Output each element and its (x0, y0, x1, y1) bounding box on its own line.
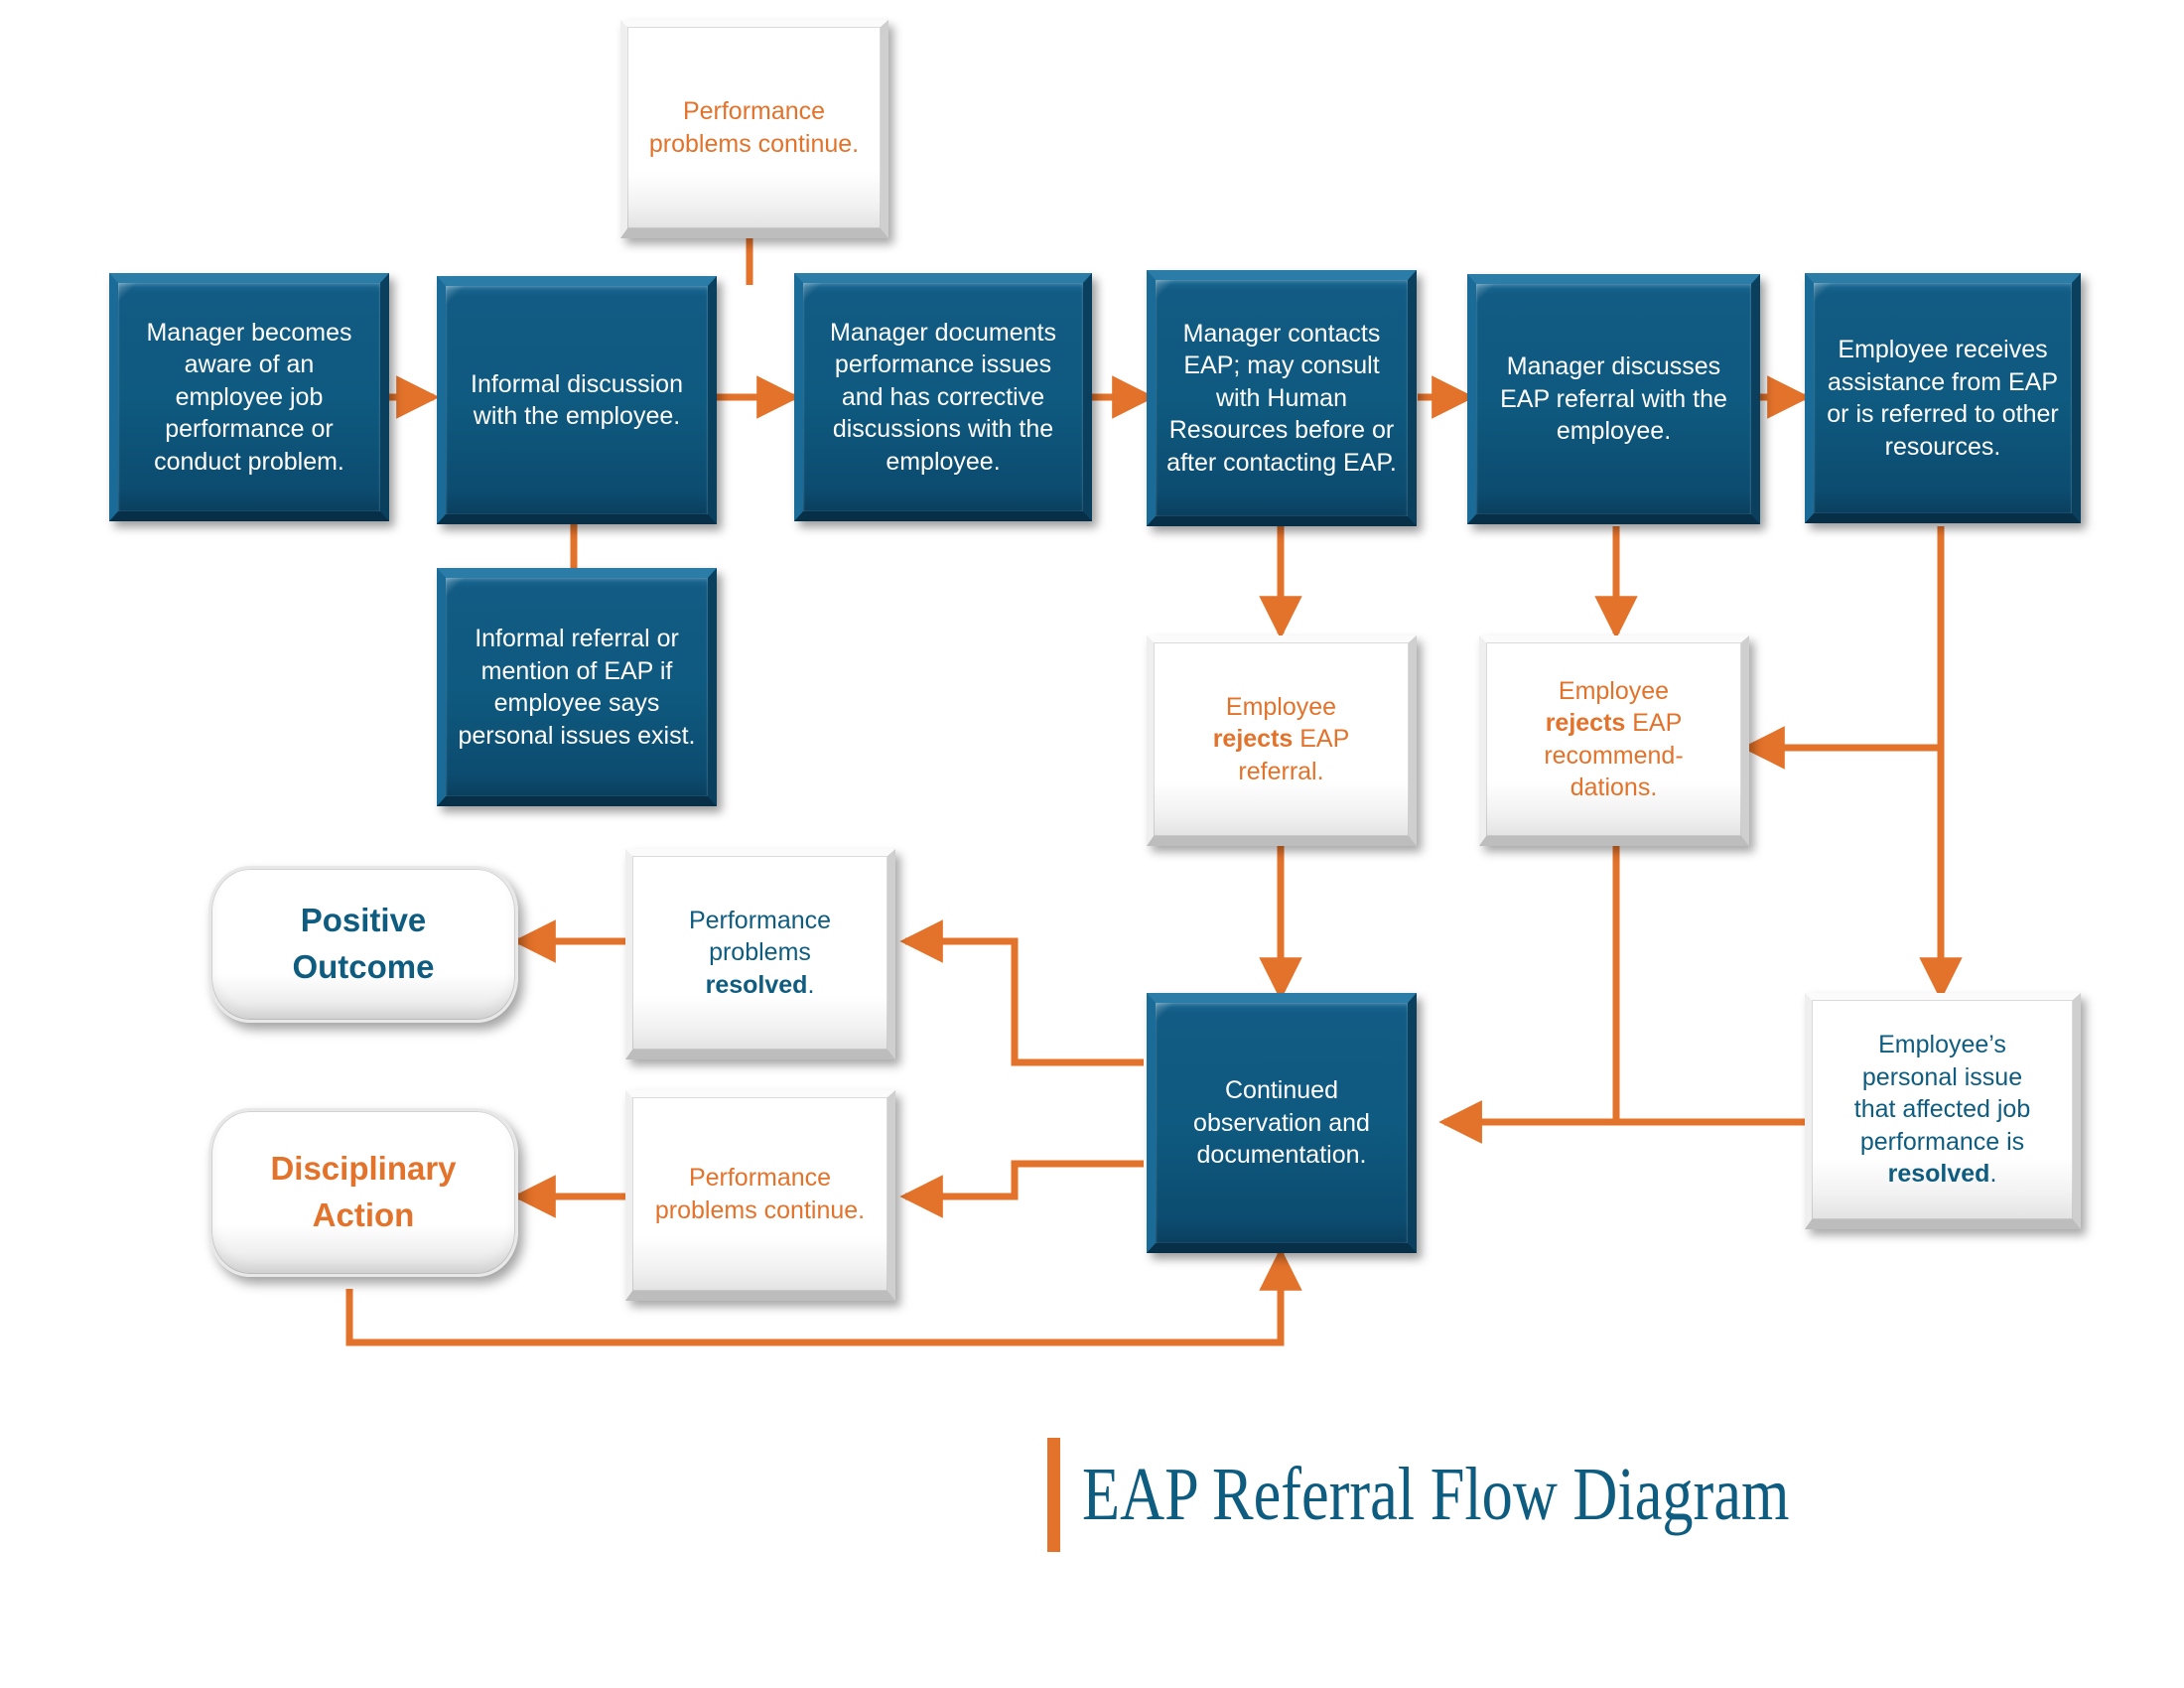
node-text: Informal discussion with the employee. (471, 369, 683, 431)
node-text: Manager discusses EAP referral with the … (1500, 352, 1727, 446)
node-continued-observation[interactable]: Continued observation and documentation. (1147, 993, 1417, 1253)
node-text-line-1: Employee (1225, 692, 1337, 721)
node-informal-discussion[interactable]: Informal discussion with the employee. (437, 276, 717, 524)
node-text-line-5: . (1989, 1160, 1997, 1189)
node-text-line-2: personal issue (1861, 1062, 2023, 1091)
node-text-line-2: Outcome (292, 948, 435, 985)
node-disciplinary-action[interactable]: Disciplinary Action (208, 1108, 518, 1277)
node-manager-contacts-eap[interactable]: Manager contacts EAP; may consult with H… (1147, 270, 1417, 526)
node-text: Performance problems continue. (654, 1164, 866, 1224)
node-text: Continued observation and documentation. (1193, 1076, 1370, 1170)
node-text: Manager contacts EAP; may consult with H… (1166, 319, 1397, 477)
node-text-emphasis: resolved (705, 970, 808, 999)
wire-rejects-recs-to-observation (1438, 846, 1620, 1144)
node-text: Manager documents performance issues and… (830, 318, 1056, 476)
node-manager-documents[interactable]: Manager documents performance issues and… (794, 273, 1092, 521)
node-text-line-2: EAP (1293, 725, 1350, 754)
node-employee-rejects-recommendations[interactable]: Employee rejects EAP recommend- dations. (1479, 635, 1749, 846)
node-text-line-2: Action (312, 1196, 415, 1233)
connector-layer (345, 236, 1963, 1346)
node-positive-outcome[interactable]: Positive Outcome (208, 866, 518, 1023)
node-employee-rejects-referral[interactable]: Employee rejects EAP referral. (1147, 635, 1417, 846)
node-text: Disciplinary Action (211, 1146, 515, 1239)
node-text-line-3: recommend- (1544, 741, 1684, 770)
node-text-line-3: that affected job (1853, 1095, 2031, 1124)
node-text: Employee rejects EAP recommend- dations. (1486, 675, 1741, 804)
flowchart-canvas: Performance problems continue. Manager b… (0, 0, 2184, 1688)
node-text: Informal referral or mention of EAP if e… (458, 625, 696, 750)
node-text-line-1: Employee (1558, 676, 1670, 705)
title-accent-bar (1047, 1438, 1060, 1552)
node-text-line-4: performance is (1859, 1127, 2025, 1156)
node-text-line-2: problems (709, 938, 811, 967)
node-performance-problems-continue[interactable]: Performance problems continue. (625, 1090, 895, 1301)
node-text: Manager becomes aware of an employee job… (146, 318, 352, 476)
node-text-line-1: Employee’s (1878, 1031, 2006, 1059)
node-text-emphasis: rejects (1545, 709, 1626, 737)
node-performance-problems-resolved[interactable]: Performance problems resolved. (625, 849, 895, 1059)
node-text-line-1: Disciplinary (270, 1150, 457, 1188)
node-text: Performance problems resolved. (632, 905, 887, 1002)
node-text-emphasis: rejects (1212, 725, 1294, 754)
node-text: Positive Outcome (211, 898, 515, 991)
node-text: Employee rejects EAP referral. (1154, 691, 1409, 788)
node-informal-referral[interactable]: Informal referral or mention of EAP if e… (437, 568, 717, 806)
title-text: EAP Referral Flow Diagram (1082, 1453, 1790, 1536)
node-text: Employee’s personal issue that affected … (1812, 1029, 2073, 1191)
node-personal-issue-resolved[interactable]: Employee’s personal issue that affected … (1805, 993, 2081, 1229)
node-performance-problems-continue-top[interactable]: Performance problems continue. (620, 20, 888, 238)
node-text-line-2: EAP (1625, 709, 1683, 737)
wire-observation-to-continue (899, 1160, 1144, 1218)
node-text-line-1: Performance (688, 906, 832, 934)
diagram-title: EAP Referral Flow Diagram (1047, 1438, 1945, 1552)
wire-observation-to-resolved (899, 919, 1144, 1066)
node-text-line-4: dations. (1570, 774, 1658, 801)
node-text: Performance problems continue. (648, 97, 860, 158)
node-text-line-1: Positive (300, 902, 427, 939)
node-text-emphasis: resolved (1887, 1160, 1990, 1189)
node-text: Employee receives assistance from EAP or… (1827, 336, 2059, 461)
node-manager-becomes-aware[interactable]: Manager becomes aware of an employee job… (109, 273, 389, 521)
node-text-line-3: referral. (1238, 757, 1324, 785)
node-manager-discusses-referral[interactable]: Manager discusses EAP referral with the … (1467, 274, 1760, 524)
node-text-line-3: . (807, 970, 815, 999)
node-employee-receives-assistance[interactable]: Employee receives assistance from EAP or… (1805, 273, 2081, 523)
